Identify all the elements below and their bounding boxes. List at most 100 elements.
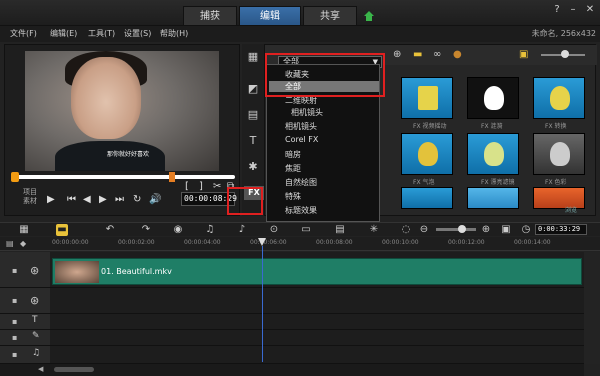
browse-label[interactable]: 浏览 bbox=[565, 205, 577, 214]
preview-panel: 那你就好好喜欢 项目 素材 ▶ ⏮ ◀ ▶ ⏭ ↻ 🔊 [ ] ✂ ⧉ 00:0… bbox=[4, 44, 240, 216]
video-frame: 那你就好好喜欢 bbox=[25, 51, 219, 171]
project-duration: 0:00:33:29 bbox=[535, 224, 587, 235]
filter-thumb[interactable] bbox=[467, 77, 519, 119]
undo-icon[interactable]: ↶ bbox=[104, 224, 116, 236]
scrollbar-thumb[interactable] bbox=[54, 367, 94, 372]
repeat-icon[interactable]: ↻ bbox=[133, 194, 141, 206]
track-lock-icon[interactable]: ▪ bbox=[12, 350, 17, 359]
dropdown-option[interactable]: 特殊 bbox=[285, 191, 301, 202]
music-track-header[interactable]: ♫ ▪ bbox=[0, 346, 50, 364]
media-icon[interactable]: ▦ bbox=[246, 50, 260, 64]
path-icon[interactable]: ✱ bbox=[246, 160, 260, 174]
dropdown-option[interactable]: 标题效果 bbox=[285, 205, 317, 216]
title-icon[interactable]: T bbox=[246, 134, 260, 148]
link-icon[interactable]: ∞ bbox=[433, 49, 441, 60]
menu-settings[interactable]: 设置(S) bbox=[124, 28, 151, 39]
close-icon[interactable]: ✕ bbox=[583, 4, 597, 16]
dropdown-option[interactable]: 焦距 bbox=[285, 163, 301, 174]
title-track-icon: T bbox=[32, 315, 38, 325]
multi-trim-icon[interactable]: ▤ bbox=[334, 224, 346, 236]
track-lock-icon[interactable]: ▪ bbox=[12, 317, 17, 326]
track-lock-icon[interactable]: ▪ bbox=[12, 333, 17, 342]
menu-help[interactable]: 帮助(H) bbox=[160, 28, 188, 39]
home-icon[interactable] bbox=[363, 10, 375, 22]
tab-edit[interactable]: 编辑 bbox=[239, 6, 301, 26]
filter-thumb[interactable] bbox=[401, 77, 453, 119]
timeline-ruler[interactable]: ▤ ◆ 00:00:00:00 00:00:02:00 00:00:04:00 … bbox=[0, 237, 600, 251]
filter-thumb[interactable] bbox=[401, 133, 453, 175]
go-end-icon[interactable]: ⏭ bbox=[115, 194, 124, 206]
split-screen-icon[interactable]: ✳ bbox=[368, 224, 380, 236]
timeline-toolbar: ▦ ▬ ↶ ↷ ◉ ♫ ♪ ⊙ ▭ ▤ ✳ ◌ ⊖ ⊕ ▣ ◷ bbox=[0, 222, 600, 236]
filter-thumb[interactable] bbox=[533, 187, 585, 209]
scrub-start-marker[interactable] bbox=[11, 172, 19, 182]
audio-mixer-icon[interactable]: ♫ bbox=[204, 224, 216, 236]
volume-icon[interactable]: 🔊 bbox=[149, 194, 161, 206]
zoom-in-icon[interactable]: ⊕ bbox=[480, 224, 492, 236]
timeline-vertical-scrollbar[interactable] bbox=[584, 252, 600, 364]
prev-frame-icon[interactable]: ◀ bbox=[83, 194, 91, 206]
globe-icon[interactable]: ● bbox=[453, 49, 462, 60]
track-lock-icon[interactable]: ▪ bbox=[12, 296, 17, 305]
track-manager-icon[interactable]: ▤ bbox=[6, 239, 14, 248]
play-icon[interactable]: ▶ bbox=[47, 194, 55, 206]
scrub-bar[interactable] bbox=[13, 175, 235, 179]
minimize-icon[interactable]: – bbox=[566, 4, 580, 16]
chapter-icon[interactable]: ◆ bbox=[20, 239, 26, 248]
ruler-label: 00:00:10:00 bbox=[382, 239, 419, 246]
folder-icon[interactable]: ▬ bbox=[413, 49, 422, 60]
next-frame-icon[interactable]: ▶ bbox=[99, 194, 107, 206]
add-icon[interactable]: ⊕ bbox=[393, 49, 401, 60]
playhead-line[interactable] bbox=[262, 246, 263, 362]
timeline-zoom-knob[interactable] bbox=[458, 225, 466, 233]
loop-icon[interactable]: ◌ bbox=[400, 224, 412, 236]
ruler-label: 00:00:06:00 bbox=[250, 239, 287, 246]
menu-edit[interactable]: 编辑(E) bbox=[50, 28, 77, 39]
video-clip[interactable]: 01. Beautiful.mkv bbox=[52, 258, 582, 285]
transition-icon[interactable]: ◩ bbox=[246, 82, 260, 96]
voice-track-header[interactable]: ✎ ▪ bbox=[0, 330, 50, 346]
motion-tracking-icon[interactable]: ⊙ bbox=[268, 224, 280, 236]
scrub-end-marker[interactable] bbox=[169, 172, 175, 182]
project-info: 未命名, 256x432 bbox=[531, 29, 596, 38]
overlay-track-header[interactable]: ⊛ ▪ bbox=[0, 288, 50, 314]
music-track[interactable] bbox=[50, 346, 584, 364]
help-icon[interactable]: ? bbox=[550, 4, 564, 16]
menu-tools[interactable]: 工具(T) bbox=[88, 28, 115, 39]
dropdown-option[interactable]: 自然绘图 bbox=[285, 177, 317, 188]
filter-thumb[interactable] bbox=[533, 77, 585, 119]
title-track[interactable] bbox=[50, 314, 584, 330]
video-track-header[interactable]: ⊛ ▪ bbox=[0, 252, 50, 288]
filter-thumb[interactable] bbox=[533, 133, 585, 175]
go-start-icon[interactable]: ⏮ bbox=[67, 194, 76, 206]
filter-thumb[interactable] bbox=[467, 133, 519, 175]
dropdown-option[interactable]: 相机镜头 bbox=[285, 121, 317, 132]
redo-icon[interactable]: ↷ bbox=[140, 224, 152, 236]
track-lock-icon[interactable]: ▪ bbox=[12, 266, 17, 275]
scroll-left-icon[interactable]: ◀ bbox=[38, 365, 43, 373]
title-track-header[interactable]: T ▪ bbox=[0, 314, 50, 330]
tab-capture[interactable]: 捕获 bbox=[183, 6, 237, 26]
thumb-size-knob[interactable] bbox=[561, 50, 569, 58]
overlay-track-icon: ⊛ bbox=[30, 294, 40, 307]
filter-thumb[interactable] bbox=[467, 187, 519, 209]
dropdown-option[interactable]: Corel FX bbox=[285, 135, 318, 144]
voice-track[interactable] bbox=[50, 330, 584, 346]
timeline-zoom-slider[interactable] bbox=[436, 228, 476, 231]
fit-timeline-icon[interactable]: ▣ bbox=[500, 224, 512, 236]
ruler-label: 00:00:04:00 bbox=[184, 239, 221, 246]
tab-share[interactable]: 共享 bbox=[303, 6, 357, 26]
timeline-view-icon[interactable]: ▬ bbox=[56, 224, 68, 236]
subtitle-editor-icon[interactable]: ▭ bbox=[300, 224, 312, 236]
filter-thumb[interactable] bbox=[401, 187, 453, 209]
dropdown-option[interactable]: 相机镜头 bbox=[291, 107, 323, 118]
auto-music-icon[interactable]: ♪ bbox=[236, 224, 248, 236]
storyboard-view-icon[interactable]: ▦ bbox=[18, 224, 30, 236]
graphics-icon[interactable]: ▤ bbox=[246, 108, 260, 122]
dropdown-option[interactable]: 暗房 bbox=[285, 149, 301, 160]
menu-file[interactable]: 文件(F) bbox=[10, 28, 37, 39]
zoom-out-icon[interactable]: ⊖ bbox=[418, 224, 430, 236]
view-toggle-icon[interactable]: ▣ bbox=[519, 49, 528, 60]
overlay-track[interactable] bbox=[50, 288, 584, 314]
record-icon[interactable]: ◉ bbox=[172, 224, 184, 236]
